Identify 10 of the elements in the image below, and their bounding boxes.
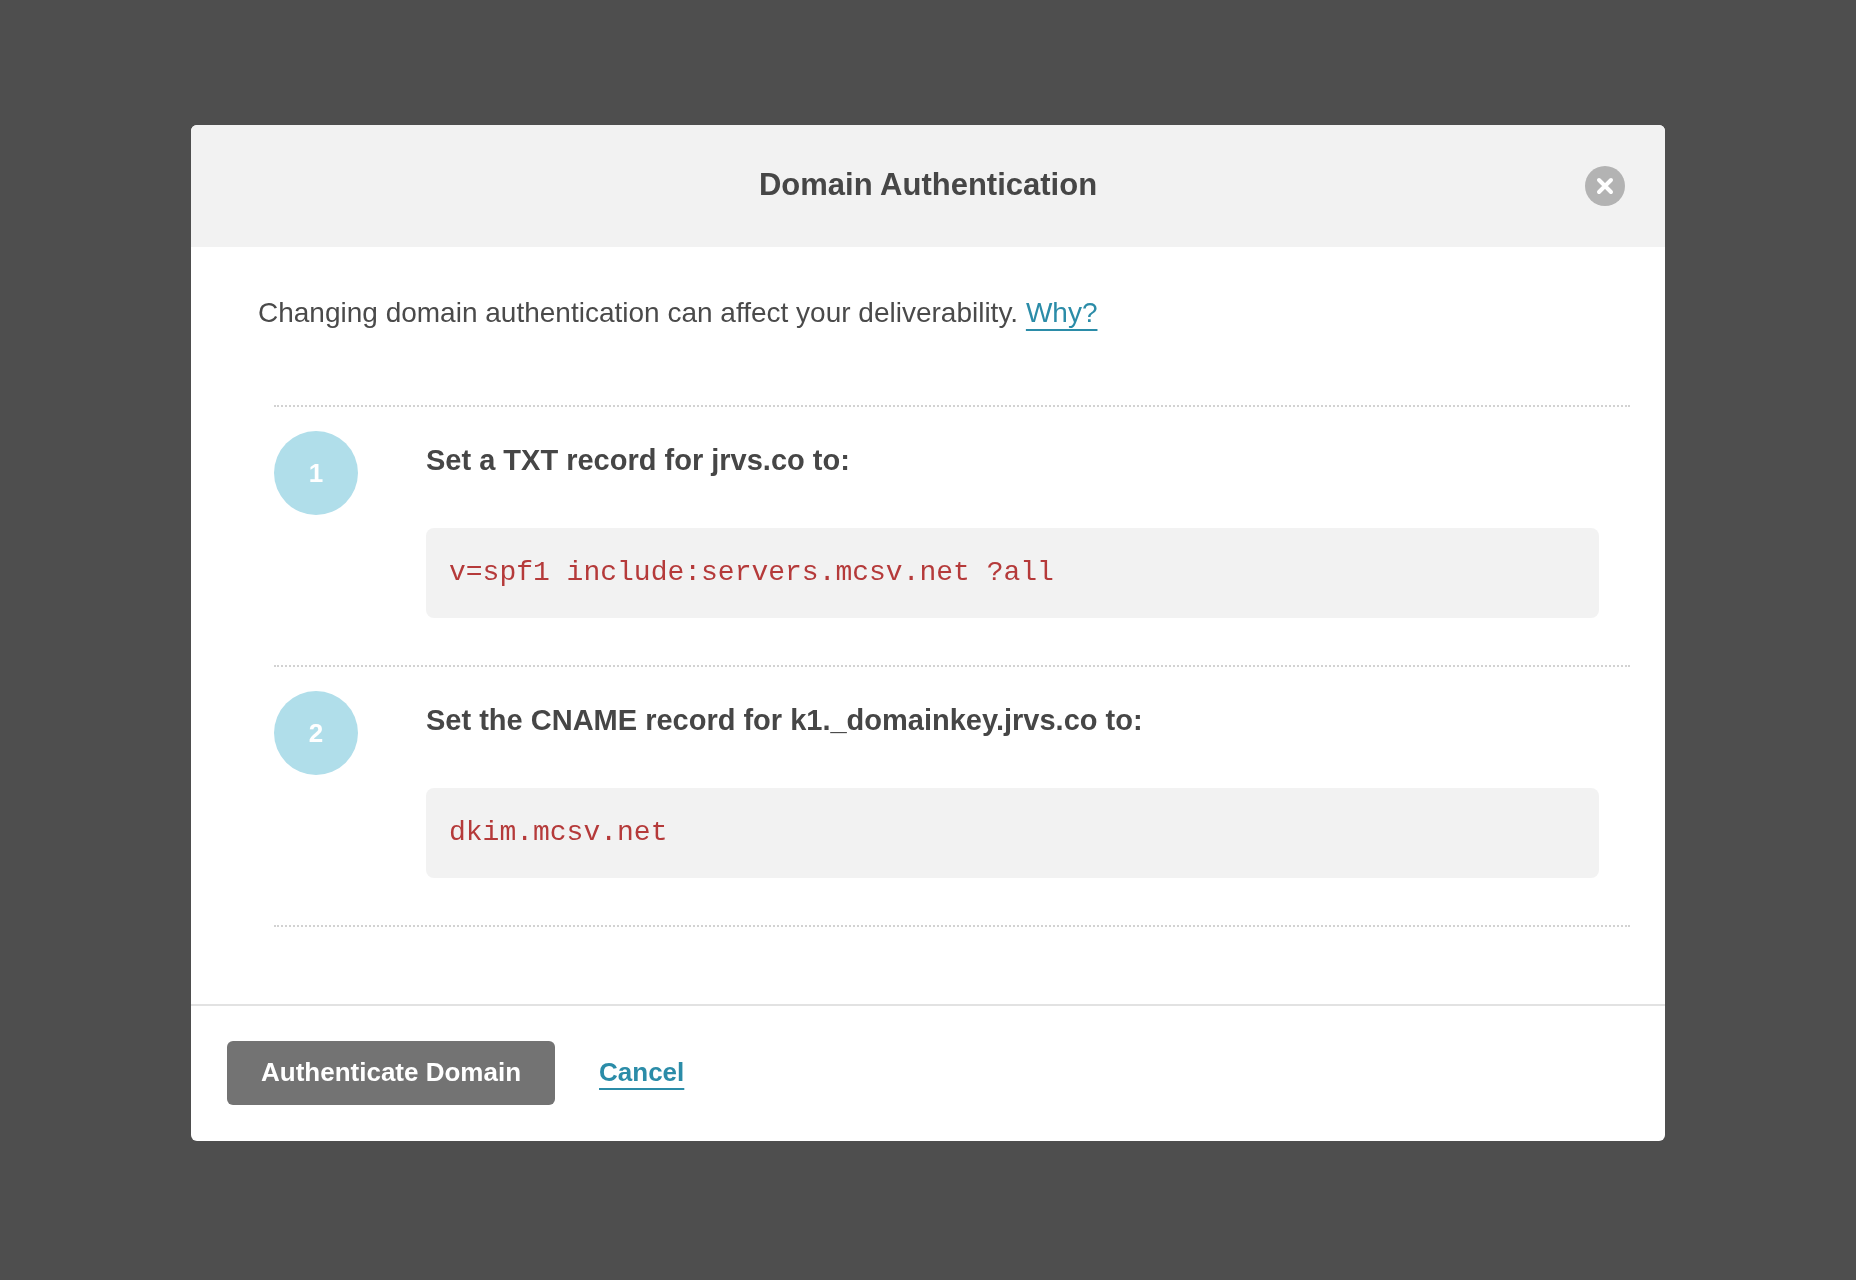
record-value-code: dkim.mcsv.net (426, 788, 1599, 878)
record-value-code: v=spf1 include:servers.mcsv.net ?all (426, 528, 1599, 618)
dialog-title: Domain Authentication (758, 166, 1098, 204)
step-instruction: Set the CNAME record for k1._domainkey.jrvs.co to: (426, 703, 1144, 738)
close-icon[interactable] (1585, 166, 1625, 206)
cancel-link[interactable]: Cancel (599, 1053, 685, 1092)
deliverability-notice: Changing domain authentication can affect your deliverability. Why? (258, 296, 1098, 330)
why-link[interactable]: Why? (1025, 297, 1098, 328)
step-instruction: Set a TXT record for jrvs.co to: (426, 443, 851, 478)
authenticate-domain-button[interactable]: Authenticate Domain (227, 1040, 556, 1105)
